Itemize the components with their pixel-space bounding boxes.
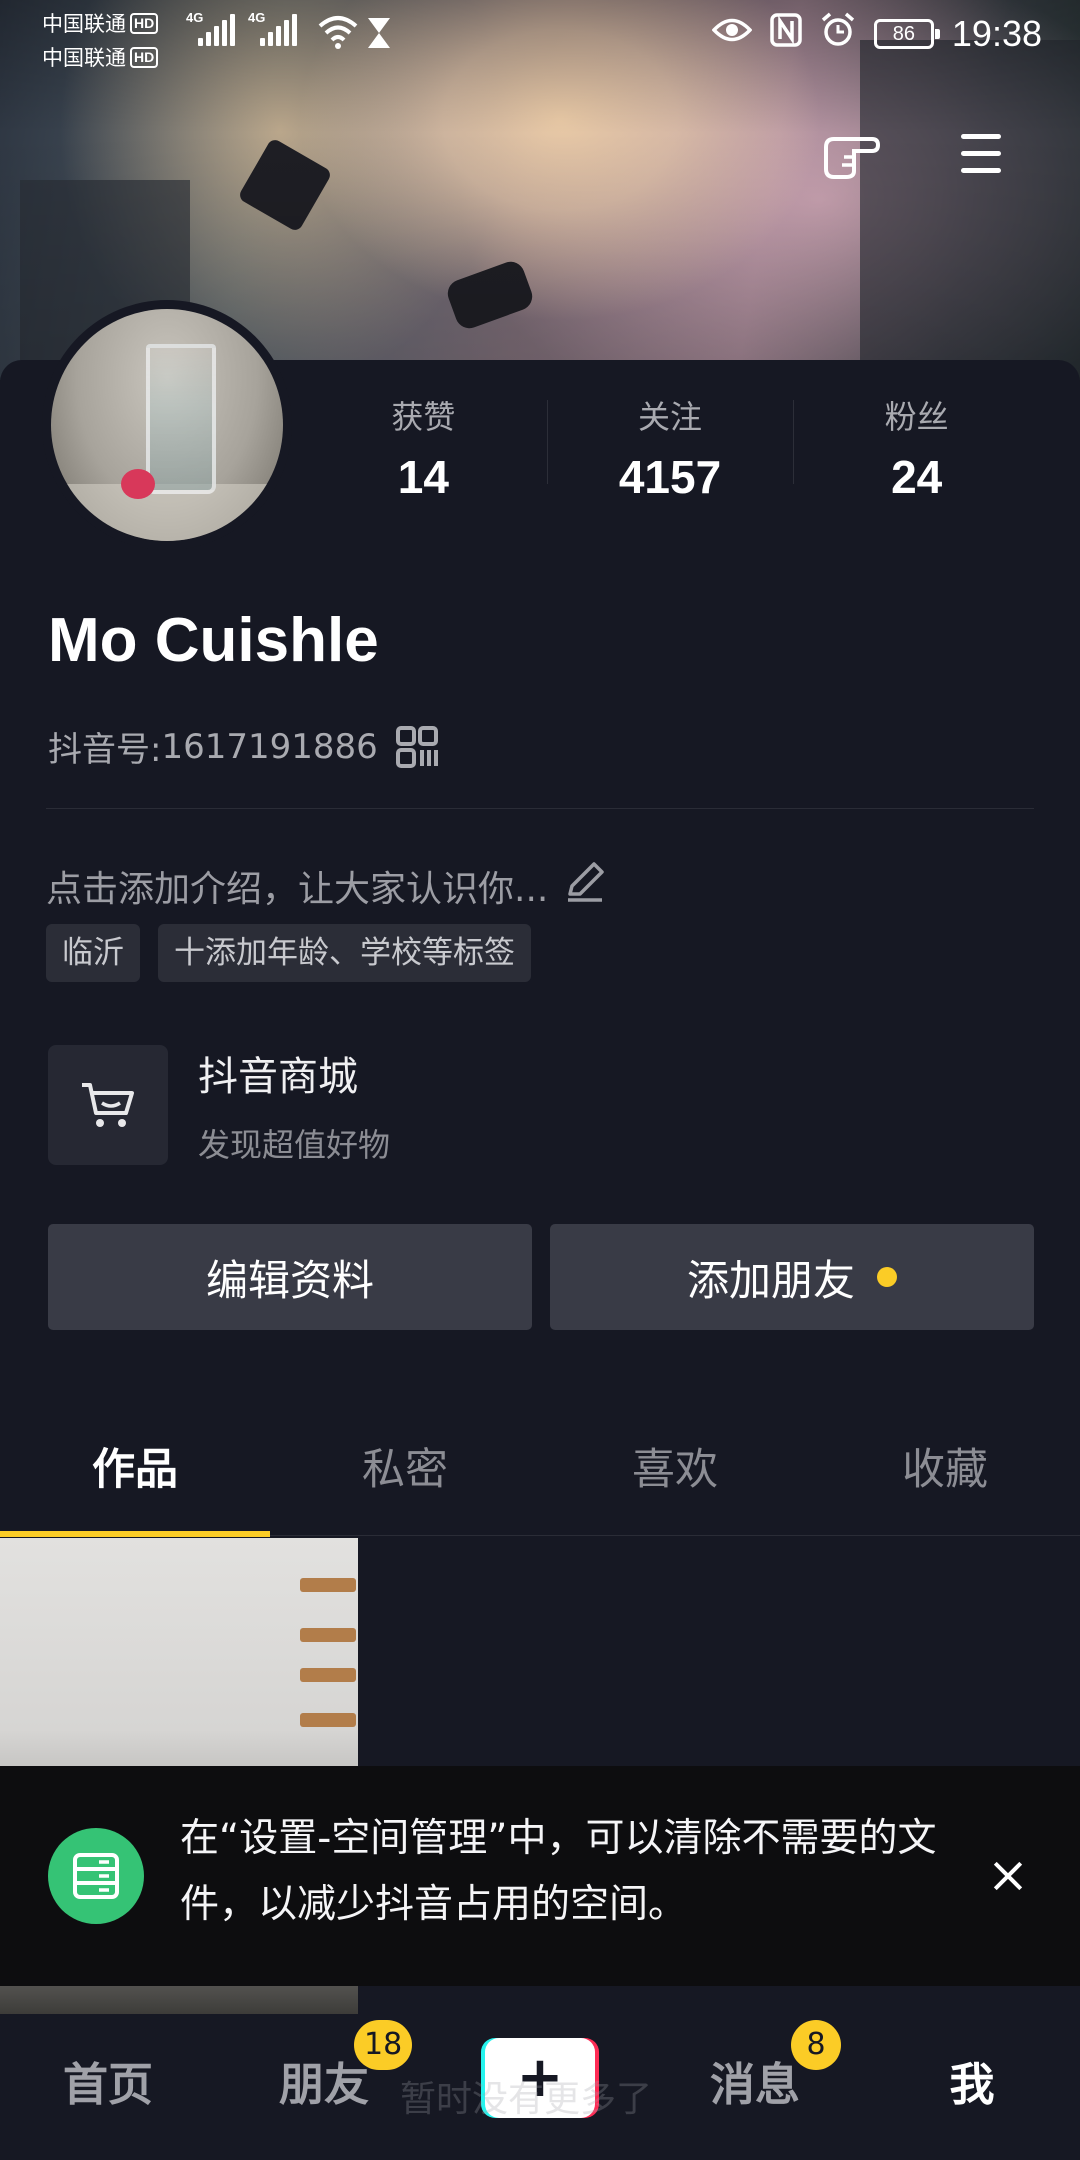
- tab-private[interactable]: 私密: [270, 1420, 540, 1535]
- nav-home-label: 首页: [62, 2058, 153, 2111]
- thumbnail-detail: [300, 1628, 356, 1642]
- location-tag[interactable]: 临沂: [46, 924, 140, 982]
- eye-icon: [711, 15, 753, 53]
- storage-icon: [48, 1828, 144, 1924]
- network-type: 4G: [248, 10, 266, 25]
- profile-tags: 临沂 十添加年龄、学校等标签: [46, 924, 531, 982]
- add-friends-button[interactable]: 添加朋友: [550, 1224, 1034, 1330]
- tab-favorites[interactable]: 收藏: [810, 1420, 1080, 1535]
- network-type: 4G: [186, 10, 204, 25]
- qr-code-icon[interactable]: [395, 725, 438, 768]
- hd-badge: HD: [130, 46, 159, 68]
- menu-icon[interactable]: [946, 118, 1016, 188]
- notification-dot: [877, 1267, 897, 1287]
- nav-friends-label: 朋友: [278, 2058, 369, 2111]
- wifi-icon: [318, 14, 358, 55]
- tab-works[interactable]: 作品: [0, 1420, 270, 1537]
- stat-label: 获赞: [391, 398, 456, 436]
- douyin-id: 1617191886: [161, 726, 378, 767]
- edit-profile-label: 编辑资料: [205, 1255, 374, 1305]
- stat-likes[interactable]: 获赞 14: [300, 388, 547, 508]
- tip-text: 在“设置-空间管理”中，可以清除不需要的文件，以减少抖音占用的空间。: [180, 1816, 937, 1927]
- profile-name: Mo Cuishle: [48, 606, 379, 675]
- shopping-cart-icon: [48, 1045, 168, 1165]
- edit-profile-button[interactable]: 编辑资料: [48, 1224, 532, 1330]
- thumbnail-detail: [300, 1713, 356, 1727]
- thumbnail-detail: [300, 1578, 356, 1592]
- status-right: 86 19:38: [711, 12, 1042, 56]
- content-tabs: 作品 私密 喜欢 收藏: [0, 1420, 1080, 1537]
- bio-placeholder: 点击添加介绍，让大家认识你...: [46, 868, 549, 910]
- stat-value: 14: [397, 451, 449, 503]
- carrier-name: 中国联通: [42, 47, 126, 70]
- bio-row[interactable]: 点击添加介绍，让大家认识你...: [46, 858, 608, 913]
- nfc-icon: [770, 13, 802, 55]
- storage-tip-banner[interactable]: 在“设置-空间管理”中，可以清除不需要的文件，以减少抖音占用的空间。: [0, 1766, 1080, 1986]
- close-icon[interactable]: [980, 1848, 1036, 1904]
- avatar[interactable]: [42, 300, 292, 550]
- nav-messages-label: 消息: [709, 2058, 800, 2111]
- hd-badge: HD: [130, 12, 159, 34]
- tab-likes[interactable]: 喜欢: [540, 1420, 810, 1535]
- hourglass-icon: [366, 16, 392, 55]
- stat-label: 关注: [638, 398, 703, 436]
- hand-pointing-icon[interactable]: [816, 118, 886, 188]
- stat-value: 24: [891, 451, 943, 503]
- nav-friends[interactable]: 朋友 18: [224, 2020, 424, 2113]
- carrier-label: 中国联通 HD: [42, 8, 159, 38]
- alarm-icon: [820, 12, 856, 56]
- mall-subtitle: 发现超值好物: [198, 1126, 391, 1164]
- status-bar: 中国联通 HD 中国联通 HD 4G 4G 86 19:38: [0, 0, 1080, 72]
- pencil-icon[interactable]: [562, 858, 608, 913]
- thumbnail-detail: [300, 1668, 356, 1682]
- signal-icon: 4G: [248, 10, 297, 46]
- douyin-id-label: 抖音号:: [48, 730, 162, 770]
- divider: [46, 808, 1034, 809]
- carrier-name: 中国联通: [42, 13, 126, 36]
- douyin-mall-entry[interactable]: 抖音商城 发现超值好物: [48, 1044, 390, 1166]
- plus-icon: +: [516, 2045, 564, 2110]
- nav-me-label: 我: [949, 2058, 995, 2111]
- carrier-label: 中国联通 HD: [42, 42, 159, 72]
- stat-following[interactable]: 关注 4157: [546, 388, 794, 508]
- friends-badge: 18: [354, 2020, 413, 2070]
- profile-stats: 获赞 14 关注 4157 粉丝 24: [300, 388, 1040, 508]
- douyin-id-row[interactable]: 抖音号: 1617191886: [48, 722, 438, 771]
- stat-followers[interactable]: 粉丝 24: [793, 388, 1040, 508]
- mall-title: 抖音商城: [198, 1054, 358, 1100]
- messages-badge: 8: [791, 2020, 841, 2070]
- battery-indicator: 86: [873, 19, 940, 49]
- nav-messages[interactable]: 消息 8: [655, 2020, 855, 2113]
- clock: 19:38: [951, 13, 1042, 54]
- publish-button[interactable]: +: [481, 2038, 599, 2118]
- nav-home[interactable]: 首页: [8, 2048, 208, 2113]
- signal-icon: 4G: [186, 10, 235, 46]
- bottom-nav: 首页 朋友 18 + 消息 8 我: [0, 2014, 1080, 2160]
- stat-value: 4157: [618, 451, 722, 503]
- add-friends-label: 添加朋友: [686, 1255, 855, 1305]
- add-tags-button[interactable]: 十添加年龄、学校等标签: [158, 924, 531, 982]
- nav-me[interactable]: 我: [872, 2048, 1072, 2113]
- stat-label: 粉丝: [884, 398, 949, 436]
